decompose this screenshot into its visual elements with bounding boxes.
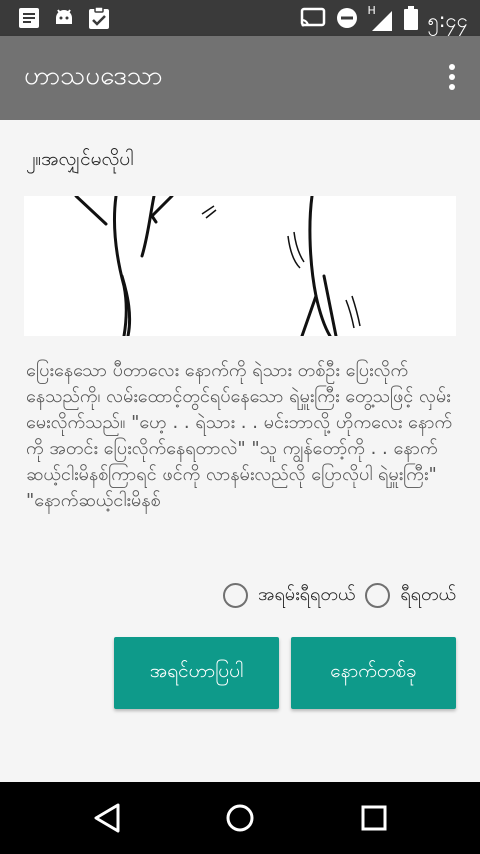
navigation-bar bbox=[0, 782, 480, 854]
network-type-label: H bbox=[367, 4, 376, 17]
recents-icon[interactable] bbox=[360, 802, 388, 838]
app-bar: ဟာသပဒေသာ bbox=[0, 36, 480, 120]
do-not-disturb-icon bbox=[336, 7, 358, 33]
status-time: ၅:၄၄ bbox=[427, 8, 469, 32]
rating-option-very-funny[interactable]: အရမ်းရီရတယ် bbox=[222, 582, 356, 609]
main-content: ၂။အလျှင်မလိုပါ ပြေးနေသော ပီတာလေး နောက်ကိ… bbox=[0, 120, 480, 782]
android-icon bbox=[52, 6, 76, 34]
back-icon[interactable] bbox=[92, 802, 122, 838]
status-bar: H ၅:၄၄ bbox=[0, 0, 480, 36]
question-title: ၂။အလျှင်မလိုပါ bbox=[26, 148, 134, 170]
notes-icon bbox=[18, 6, 40, 34]
rating-option-label: ရီရတယ် bbox=[400, 584, 456, 605]
clipboard-check-icon bbox=[88, 6, 110, 34]
more-vert-icon[interactable] bbox=[444, 64, 460, 94]
battery-icon bbox=[403, 6, 418, 34]
joke-illustration bbox=[24, 196, 456, 336]
rating-option-funny[interactable]: ရီရတယ် bbox=[365, 582, 456, 609]
radio-circle-icon[interactable] bbox=[365, 583, 391, 608]
radio-circle-icon[interactable] bbox=[222, 583, 248, 608]
signal-icon: H bbox=[368, 4, 394, 32]
previous-button[interactable]: အရင်ဟာပြပါ bbox=[114, 637, 279, 709]
rating-option-label: အရမ်းရီရတယ် bbox=[257, 584, 356, 605]
next-button[interactable]: နောက်တစ်ခု bbox=[291, 637, 456, 709]
rating-options: အရမ်းရီရတယ် ရီရတယ် bbox=[222, 582, 456, 609]
home-icon[interactable] bbox=[224, 802, 256, 838]
joke-story-text: ပြေးနေသော ပီတာလေး နောက်ကို ရဲသား တစ်ဦး ပ… bbox=[26, 360, 453, 511]
cast-icon bbox=[300, 7, 326, 33]
app-title: ဟာသပဒေသာ bbox=[24, 61, 163, 91]
